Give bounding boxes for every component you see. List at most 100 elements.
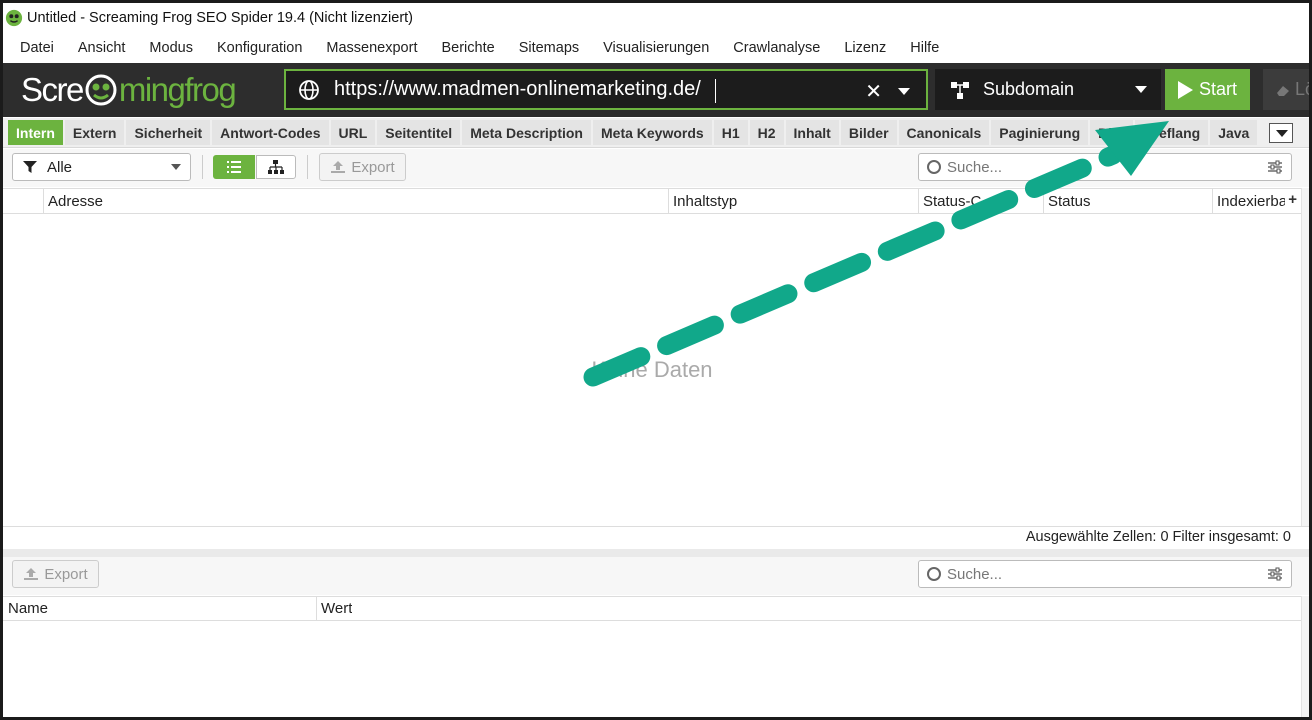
tree-view-button[interactable] — [256, 155, 296, 179]
detail-table-scrollbar[interactable] — [1301, 596, 1309, 717]
filter-select[interactable]: Alle — [12, 153, 191, 181]
column-header-status[interactable]: Status — [1048, 193, 1091, 210]
column-header-name[interactable]: Name — [8, 600, 48, 617]
text-caret — [715, 79, 716, 103]
tab-meta-keywords[interactable]: Meta Keywords — [593, 120, 712, 145]
menu-datei[interactable]: Datei — [17, 40, 66, 56]
main-table-body: Keine Daten — [3, 214, 1301, 526]
menu-bar: Datei Ansicht Modus Konfiguration Massen… — [3, 34, 1309, 62]
detail-table-header: Name Wert — [3, 596, 1301, 621]
settings-icon[interactable] — [1267, 160, 1283, 174]
column-header-indexierbarkeit[interactable]: Indexierba — [1217, 193, 1285, 210]
menu-crawlanalyse[interactable]: Crawlanalyse — [730, 40, 832, 56]
title-bar: Untitled - Screaming Frog SEO Spider 19.… — [3, 3, 1309, 33]
list-view-button[interactable] — [213, 155, 255, 179]
chevron-down-icon — [171, 164, 181, 170]
tab-bar: Intern Extern Sicherheit Antwort-Codes U… — [3, 118, 1309, 148]
tab-h2[interactable]: H2 — [749, 120, 784, 145]
tab-antwort-codes[interactable]: Antwort-Codes — [212, 120, 329, 145]
detail-export-button[interactable]: Export — [12, 560, 99, 588]
menu-sitemaps[interactable]: Sitemaps — [516, 40, 591, 56]
add-column-button[interactable]: + — [1288, 191, 1297, 208]
clear-label: Lö — [1295, 79, 1309, 99]
frog-app-icon — [5, 9, 23, 27]
divider — [202, 155, 203, 179]
column-header-inhaltstyp[interactable]: Inhaltstyp — [673, 193, 737, 210]
menu-berichte[interactable]: Berichte — [438, 40, 506, 56]
export-icon — [24, 568, 39, 580]
filter-selected-label: Alle — [47, 158, 73, 176]
detail-search-field[interactable] — [918, 560, 1292, 588]
export-icon — [331, 161, 346, 173]
export-label: Export — [351, 158, 395, 176]
panel-splitter[interactable] — [3, 549, 1309, 557]
column-header-status-code[interactable]: Status-C — [923, 193, 1041, 210]
start-label: Start — [1198, 79, 1237, 99]
tab-intern[interactable]: Intern — [8, 120, 63, 145]
tab-inhalt[interactable]: Inhalt — [785, 120, 839, 145]
menu-konfiguration[interactable]: Konfiguration — [214, 40, 314, 56]
column-divider — [918, 189, 919, 213]
column-header-wert[interactable]: Wert — [321, 600, 352, 617]
search-input[interactable] — [947, 158, 1247, 176]
eraser-icon — [1277, 85, 1289, 96]
column-header-adresse[interactable]: Adresse — [48, 193, 103, 210]
search-field[interactable] — [918, 153, 1292, 181]
status-row: Ausgewählte Zellen: 0 Filter insgesamt: … — [3, 526, 1309, 548]
globe-icon — [299, 79, 319, 100]
search-icon — [927, 160, 941, 174]
tab-direktiven[interactable]: Dire — [1090, 120, 1134, 145]
clear-button[interactable]: Lö — [1263, 69, 1309, 110]
menu-lizenz[interactable]: Lizenz — [841, 40, 898, 56]
start-button[interactable]: Start — [1165, 69, 1250, 110]
crawl-mode-label: Subdomain — [983, 79, 1075, 99]
tab-url[interactable]: URL — [330, 120, 376, 145]
column-divider — [1043, 189, 1044, 213]
frog-logo-icon — [85, 74, 117, 106]
filter-toolbar: Alle Export — [3, 149, 1309, 187]
list-view-icon — [227, 161, 241, 173]
logo-text-end: mingfrog — [118, 71, 237, 108]
url-field-container: ✕ — [284, 69, 928, 110]
subdomain-icon — [951, 81, 969, 99]
tab-canonicals[interactable]: Canonicals — [898, 120, 990, 145]
tab-overflow-menu-button[interactable] — [1269, 123, 1293, 143]
empty-state-text: Keine Daten — [591, 357, 713, 382]
export-button[interactable]: Export — [319, 153, 406, 181]
tab-javascript[interactable]: Java — [1210, 120, 1258, 145]
tab-extern[interactable]: Extern — [64, 120, 125, 145]
main-table-header: Adresse Inhaltstyp Status-C Status Index… — [3, 188, 1301, 214]
url-input[interactable] — [334, 78, 804, 101]
window-title: Untitled - Screaming Frog SEO Spider 19.… — [27, 10, 414, 26]
settings-icon[interactable] — [1267, 567, 1283, 581]
url-history-dropdown-icon[interactable] — [898, 88, 910, 95]
detail-search-input[interactable] — [947, 565, 1247, 583]
tree-view-icon — [268, 160, 284, 174]
tab-h1[interactable]: H1 — [713, 120, 748, 145]
main-toolbar: Scre mingfrog ✕ — [3, 63, 1309, 117]
menu-modus[interactable]: Modus — [146, 40, 205, 56]
tab-paginierung[interactable]: Paginierung — [991, 120, 1089, 145]
detail-export-label: Export — [44, 565, 88, 583]
column-divider — [43, 189, 44, 213]
tab-sicherheit[interactable]: Sicherheit — [126, 120, 211, 145]
funnel-icon — [23, 161, 37, 173]
app-window: Untitled - Screaming Frog SEO Spider 19.… — [0, 0, 1312, 720]
screaming-frog-logo: Scre mingfrog — [21, 70, 237, 110]
detail-table-body — [3, 621, 1301, 717]
logo-text-start: Scre — [21, 71, 84, 108]
tab-meta-description[interactable]: Meta Description — [462, 120, 591, 145]
main-table-scrollbar[interactable] — [1301, 188, 1309, 526]
divider — [307, 155, 308, 179]
menu-visualisierungen[interactable]: Visualisierungen — [600, 40, 721, 56]
tab-hreflang[interactable]: Hreflang — [1135, 120, 1209, 145]
menu-hilfe[interactable]: Hilfe — [907, 40, 951, 56]
clear-icon[interactable]: ✕ — [865, 79, 882, 104]
menu-massenexport[interactable]: Massenexport — [323, 40, 429, 56]
menu-ansicht[interactable]: Ansicht — [75, 40, 138, 56]
play-icon — [1177, 80, 1193, 99]
selection-status-text: Ausgewählte Zellen: 0 Filter insgesamt: … — [1025, 529, 1291, 545]
tab-seitentitel[interactable]: Seitentitel — [377, 120, 461, 145]
crawl-mode-select[interactable]: Subdomain — [935, 69, 1161, 110]
tab-bilder[interactable]: Bilder — [840, 120, 897, 145]
